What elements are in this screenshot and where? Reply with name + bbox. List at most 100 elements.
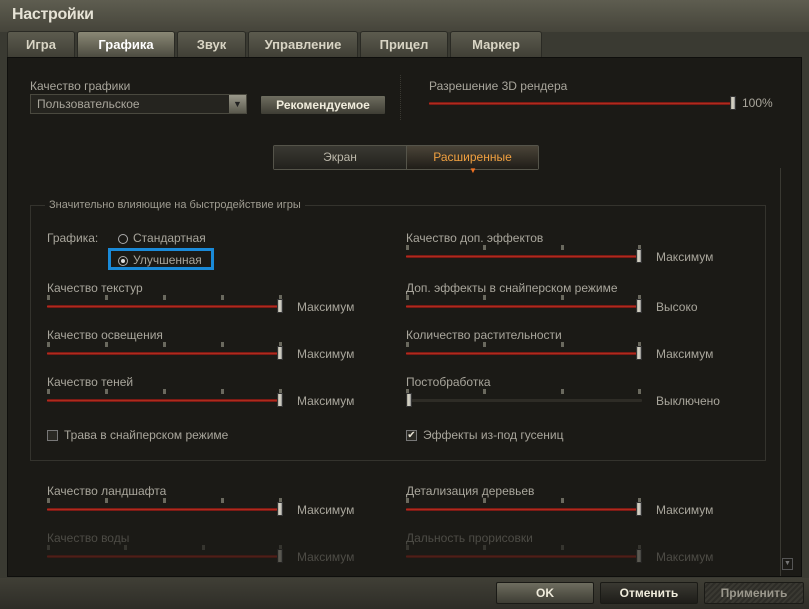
cancel-button[interactable]: Отменить xyxy=(600,582,698,604)
slider-tick xyxy=(105,342,108,347)
slider[interactable] xyxy=(47,545,283,563)
highlight-box xyxy=(108,248,214,270)
slider-tick xyxy=(406,245,409,250)
slider[interactable] xyxy=(47,342,283,360)
slider[interactable] xyxy=(47,389,283,407)
slider-track xyxy=(406,399,642,402)
slider-tick xyxy=(221,295,224,300)
checkbox-icon xyxy=(47,430,58,442)
slider[interactable] xyxy=(406,245,642,263)
slider-label: Постобработка xyxy=(406,375,491,389)
radio-standard[interactable]: Стандартная xyxy=(118,231,206,245)
slider-thumb[interactable] xyxy=(636,502,642,516)
slider-tick xyxy=(560,545,564,550)
slider-tick xyxy=(221,498,224,503)
slider-tick xyxy=(406,498,409,503)
slider-thumb[interactable] xyxy=(277,549,283,563)
slider-tick xyxy=(560,342,564,347)
checkbox-checked-icon: ✔ xyxy=(406,430,417,442)
tab-graphics[interactable]: Графика xyxy=(77,31,175,57)
slider[interactable] xyxy=(406,389,642,407)
slider-value: Максимум xyxy=(297,550,355,564)
slider-thumb[interactable] xyxy=(636,346,642,360)
radio-standard-label: Стандартная xyxy=(133,231,206,245)
window-title: Настройки xyxy=(12,6,94,23)
render-slider[interactable] xyxy=(429,96,736,110)
slider-tick xyxy=(406,342,409,347)
divider xyxy=(400,75,401,120)
slider-track xyxy=(47,555,283,558)
slider-track xyxy=(406,508,642,511)
slider-tick xyxy=(105,498,108,503)
quality-dropdown[interactable]: Пользовательское ▼ xyxy=(30,94,247,114)
checkbox-sniper-grass[interactable]: Трава в снайперском режиме xyxy=(47,428,228,442)
render-slider-thumb[interactable] xyxy=(730,96,736,110)
ok-button[interactable]: OK xyxy=(496,582,594,604)
title-bar xyxy=(0,0,809,32)
tab-marker[interactable]: Маркер xyxy=(450,31,542,57)
slider-tick xyxy=(483,498,487,503)
slider-tick xyxy=(163,389,166,394)
slider-thumb[interactable] xyxy=(636,549,642,563)
slider[interactable] xyxy=(47,498,283,516)
active-indicator-icon: ▼ xyxy=(469,166,477,175)
slider-thumb[interactable] xyxy=(636,249,642,263)
tab-sound[interactable]: Звук xyxy=(177,31,246,57)
slider-value: Высоко xyxy=(656,300,698,314)
slider-tick xyxy=(483,245,487,250)
slider-tick xyxy=(406,295,409,300)
slider-tick xyxy=(560,245,564,250)
slider-label: Доп. эффекты в снайперском режиме xyxy=(406,281,618,295)
slider-label: Количество растительности xyxy=(406,328,562,342)
tab-sight[interactable]: Прицел xyxy=(360,31,448,57)
scroll-down-icon[interactable]: ▼ xyxy=(782,558,793,570)
slider-tick xyxy=(406,545,409,550)
slider-track xyxy=(47,352,283,355)
slider[interactable] xyxy=(47,295,283,313)
segment-screen[interactable]: Экран xyxy=(274,146,406,169)
slider-tick xyxy=(105,295,108,300)
group-legend: Значительно влияющие на быстродействие и… xyxy=(45,199,305,211)
slider-track xyxy=(406,352,642,355)
slider[interactable] xyxy=(406,342,642,360)
quality-value: Пользовательское xyxy=(37,97,140,111)
slider[interactable] xyxy=(406,295,642,313)
slider-label: Качество освещения xyxy=(47,328,163,342)
slider-thumb[interactable] xyxy=(277,299,283,313)
slider-tick xyxy=(560,295,564,300)
chevron-down-icon[interactable]: ▼ xyxy=(229,95,246,113)
slider-value: Максимум xyxy=(656,250,714,264)
tab-controls[interactable]: Управление xyxy=(248,31,358,57)
checkbox-label: Трава в снайперском режиме xyxy=(64,428,229,442)
checkbox-label: Эффекты из-под гусениц xyxy=(423,428,564,442)
scrollbar[interactable] xyxy=(780,168,795,576)
slider-tick xyxy=(47,498,50,503)
slider-tick xyxy=(483,389,487,394)
slider-tick xyxy=(47,295,50,300)
slider-tick xyxy=(560,389,564,394)
slider-tick xyxy=(483,295,487,300)
view-segmented-control: Экран Расширенные ▼ xyxy=(273,145,539,175)
slider-tick xyxy=(560,498,564,503)
slider-label: Качество теней xyxy=(47,375,134,389)
checkbox-track-effects[interactable]: ✔ Эффекты из-под гусениц xyxy=(406,428,563,442)
slider[interactable] xyxy=(406,498,642,516)
radio-icon xyxy=(118,233,128,244)
tab-game[interactable]: Игра xyxy=(7,31,75,57)
slider-tick xyxy=(105,389,108,394)
slider-tick xyxy=(47,342,50,347)
apply-button[interactable]: Применить xyxy=(704,582,804,604)
slider-track xyxy=(47,508,283,511)
slider-thumb[interactable] xyxy=(636,299,642,313)
slider-tick xyxy=(47,545,50,550)
slider-thumb[interactable] xyxy=(277,346,283,360)
slider-value: Максимум xyxy=(297,300,355,314)
slider-thumb[interactable] xyxy=(277,502,283,516)
slider[interactable] xyxy=(406,545,642,563)
slider-label: Дальность прорисовки xyxy=(406,531,533,545)
slider-label: Качество доп. эффектов xyxy=(406,231,544,245)
recommended-button[interactable]: Рекомендуемое xyxy=(260,95,386,115)
slider-thumb[interactable] xyxy=(406,393,412,407)
slider-thumb[interactable] xyxy=(277,393,283,407)
slider-track xyxy=(47,305,283,308)
